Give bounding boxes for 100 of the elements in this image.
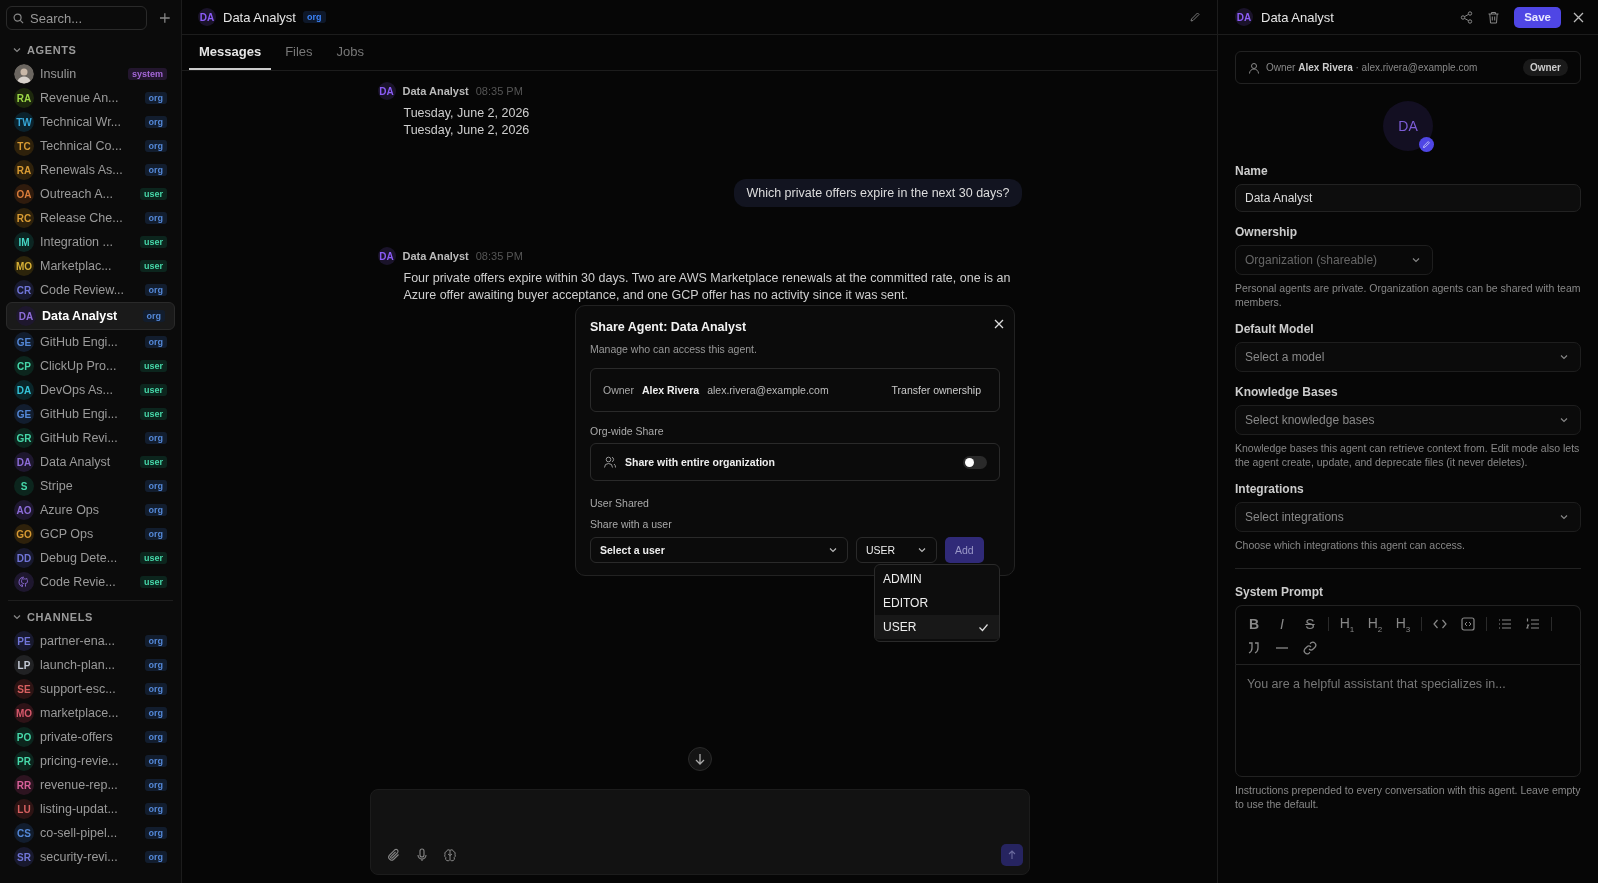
sidebar-item[interactable]: OA Outreach A... user — [6, 182, 175, 206]
section-header[interactable]: CHANNELS — [0, 605, 181, 629]
avatar: DA — [14, 452, 34, 472]
code-block-icon[interactable] — [1460, 616, 1476, 632]
trash-icon[interactable] — [1487, 10, 1501, 24]
transfer-ownership-button[interactable]: Transfer ownership — [885, 384, 987, 396]
tag: user — [140, 260, 167, 272]
chevron-icon — [1411, 255, 1421, 265]
tab[interactable]: Jobs — [326, 35, 375, 70]
close-icon[interactable] — [1573, 11, 1584, 23]
menu-item[interactable]: USER — [875, 615, 999, 639]
save-button[interactable]: Save — [1514, 6, 1561, 28]
sidebar-item[interactable]: IM Integration ... user — [6, 230, 175, 254]
heading-button[interactable]: H$_{2}$ — [1365, 614, 1385, 634]
item-name: pricing-revie... — [40, 754, 120, 768]
item-name: Technical Co... — [40, 139, 123, 153]
sidebar-item[interactable]: CP ClickUp Pro... user — [6, 354, 175, 378]
section-header[interactable]: AGENTS — [0, 38, 181, 62]
tag: org — [144, 659, 167, 671]
agent-avatar[interactable]: DA — [1383, 101, 1433, 151]
prompt-field[interactable]: You are a helpful assistant that specializes in... — [1235, 664, 1581, 777]
microphone-icon[interactable] — [414, 848, 429, 862]
sidebar-item[interactable]: MO marketplace... org — [6, 701, 175, 725]
numbered-list-icon[interactable] — [1525, 616, 1541, 632]
menu-item[interactable]: EDITOR — [875, 591, 999, 615]
bold-button[interactable]: B — [1244, 614, 1264, 634]
select-field[interactable]: Select integrations — [1235, 502, 1581, 532]
name-field[interactable]: Data Analyst — [1235, 184, 1581, 212]
user-select[interactable]: Select a user — [590, 537, 848, 563]
sidebar-item[interactable]: DD Debug Dete... user — [6, 546, 175, 570]
avatar: GE — [14, 404, 34, 424]
chevron-icon[interactable] — [13, 613, 21, 621]
menu-item[interactable]: ADMIN — [875, 567, 999, 591]
edit-icon[interactable] — [1419, 137, 1434, 152]
sidebar-item[interactable]: GO GCP Ops org — [6, 522, 175, 546]
sidebar-item[interactable]: CR Code Review... org — [6, 278, 175, 302]
message-field[interactable] — [369, 789, 1030, 875]
close-icon[interactable] — [994, 319, 1004, 329]
item-name: Data Analyst — [40, 455, 112, 469]
sidebar-item[interactable]: DA DevOps As... user — [6, 378, 175, 402]
item-name: ClickUp Pro... — [40, 359, 118, 373]
sidebar-item[interactable]: TC Technical Co... org — [6, 134, 175, 158]
share-icon[interactable] — [1460, 10, 1474, 24]
sidebar-item[interactable]: PO private-offers org — [6, 725, 175, 749]
brain-icon[interactable] — [442, 848, 457, 862]
link-icon[interactable] — [1302, 640, 1318, 656]
sidebar-item[interactable]: SE support-esc... org — [6, 677, 175, 701]
sidebar-item[interactable]: GE GitHub Engi... org — [6, 330, 175, 354]
sidebar-item[interactable]: AO Azure Ops org — [6, 498, 175, 522]
sidebar-item[interactable]: Code Revie... user — [6, 570, 175, 594]
sidebar-item[interactable]: RR revenue-rep... org — [6, 773, 175, 797]
avatar: CR — [14, 280, 34, 300]
paperclip-icon[interactable] — [386, 848, 401, 862]
arrow-up-icon — [1006, 850, 1017, 860]
sidebar-item[interactable]: DA Data Analyst user — [6, 450, 175, 474]
heading-button[interactable]: H$_{3}$ — [1393, 614, 1413, 634]
quote-icon[interactable] — [1246, 640, 1262, 656]
chat-title: Data Analyst — [223, 9, 296, 25]
item-name: Insulin — [40, 67, 78, 81]
avatar: S — [14, 476, 34, 496]
chevron-icon[interactable] — [13, 46, 21, 54]
sidebar-item[interactable]: GR GitHub Revi... org — [6, 426, 175, 450]
sidebar-item[interactable]: TW Technical Wr... org — [6, 110, 175, 134]
chevron-icon — [1559, 415, 1569, 425]
sidebar-item[interactable]: SR security-revi... org — [6, 845, 175, 869]
select-field[interactable]: Select knowledge bases — [1235, 405, 1581, 435]
tab[interactable]: Files — [275, 35, 323, 70]
search-input[interactable]: Search... — [30, 10, 130, 26]
section-label: Org-wide Share — [590, 425, 665, 437]
scroll-down-icon[interactable] — [687, 747, 712, 771]
avatar: IM — [14, 232, 34, 252]
send-button[interactable] — [1000, 844, 1023, 866]
add-icon[interactable] — [159, 12, 171, 24]
sidebar-item[interactable]: RC Release Che... org — [6, 206, 175, 230]
tag: org — [144, 480, 167, 492]
check-icon — [978, 621, 989, 633]
search-field[interactable]: Search... — [6, 6, 148, 30]
role-select[interactable]: USER — [856, 537, 937, 563]
heading-button[interactable]: H$_{1}$ — [1337, 614, 1357, 634]
sidebar-item[interactable]: LP launch-plan... org — [6, 653, 175, 677]
sidebar-item[interactable]: S Stripe org — [6, 474, 175, 498]
sidebar-item[interactable]: LU listing-updat... org — [6, 797, 175, 821]
section-label: User Shared — [590, 497, 650, 509]
strikethrough-button[interactable]: S — [1300, 614, 1320, 634]
tag: user — [140, 384, 167, 396]
tag: org — [144, 164, 167, 176]
tab[interactable]: Messages — [189, 35, 272, 70]
sidebar-item[interactable]: MO Marketplac... user — [6, 254, 175, 278]
sidebar-item[interactable]: RA Renewals As... org — [6, 158, 175, 182]
toggle-switch[interactable] — [963, 455, 987, 469]
tag: org — [303, 11, 326, 23]
italic-button[interactable]: I — [1272, 614, 1292, 634]
sidebar-item[interactable]: RA Revenue An... org — [6, 86, 175, 110]
sidebar-item[interactable]: GE GitHub Engi... user — [6, 402, 175, 426]
sidebar-item[interactable]: DA Data Analyst org — [6, 302, 175, 330]
sidebar-item[interactable]: PE partner-ena... org — [6, 629, 175, 653]
sidebar-item[interactable]: PR pricing-revie... org — [6, 749, 175, 773]
sidebar-item[interactable]: Insulin system — [6, 62, 175, 86]
sidebar-item[interactable]: CS co-sell-pipel... org — [6, 821, 175, 845]
select-field[interactable]: Select a model — [1235, 342, 1581, 372]
